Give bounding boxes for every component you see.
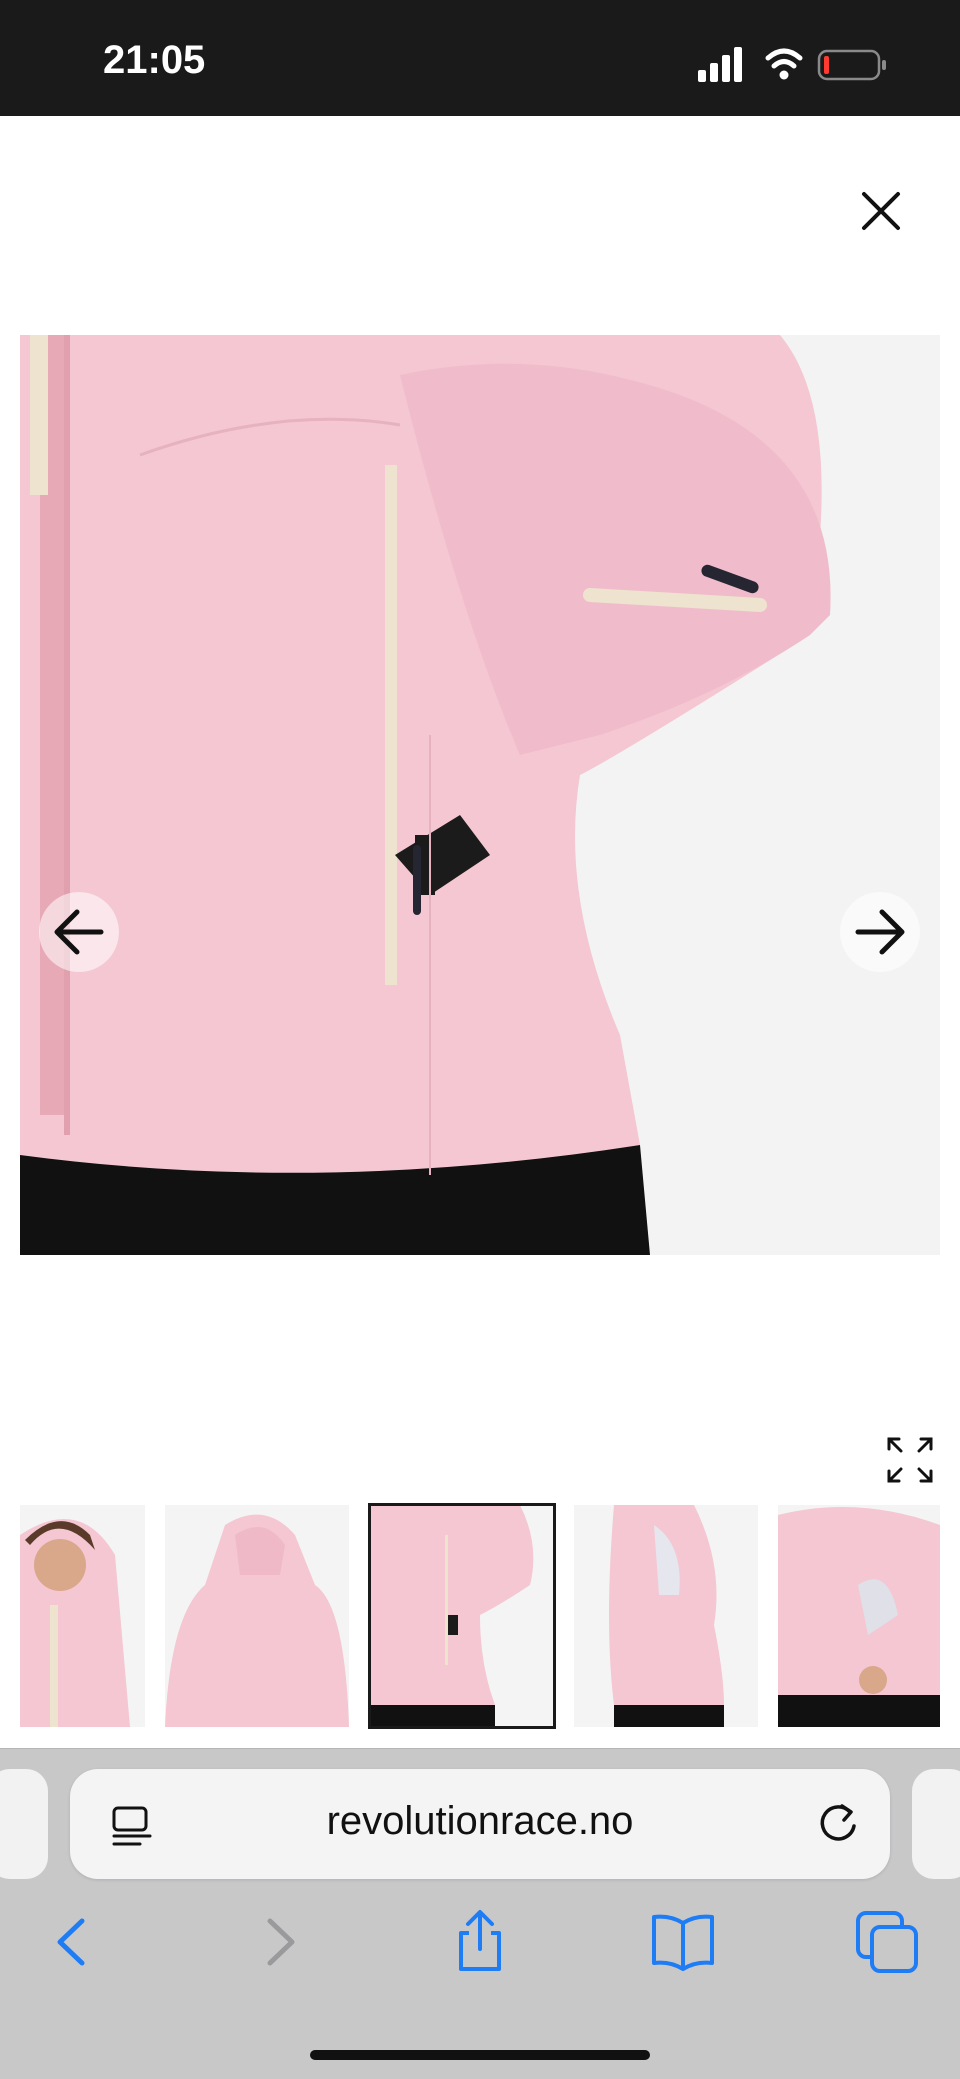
tabs-icon <box>856 1911 918 1973</box>
thumbnail-strip[interactable] <box>0 1503 960 1729</box>
thumbnail-1[interactable] <box>20 1505 145 1727</box>
arrow-left-icon <box>54 909 104 955</box>
thumbnail-5[interactable] <box>778 1505 940 1727</box>
forward-button[interactable] <box>244 1907 314 1977</box>
next-tab-peek[interactable] <box>912 1769 960 1879</box>
status-icons <box>698 47 886 82</box>
bookmarks-button[interactable] <box>648 1907 718 1977</box>
reload-icon[interactable] <box>816 1802 860 1846</box>
jacket-detail-illustration <box>20 335 940 1255</box>
battery-icon <box>817 49 886 81</box>
share-button[interactable] <box>445 1907 515 1977</box>
thumbnail-3[interactable] <box>368 1503 556 1729</box>
address-bar[interactable]: revolutionrace.no <box>70 1769 890 1879</box>
expand-icon <box>887 1437 933 1483</box>
next-image-button[interactable] <box>840 892 920 972</box>
status-time: 21:05 <box>103 38 206 82</box>
book-icon <box>652 1914 714 1971</box>
url-text: revolutionrace.no <box>326 1799 634 1843</box>
fullscreen-button[interactable] <box>885 1435 935 1485</box>
home-indicator <box>310 2050 650 2060</box>
chevron-left-icon <box>57 1918 85 1966</box>
browser-chrome: revolutionrace.no <box>0 1748 960 2079</box>
cellular-signal-icon <box>698 47 742 82</box>
arrow-right-icon <box>855 909 905 955</box>
close-button[interactable] <box>850 180 912 242</box>
back-button[interactable] <box>38 1907 108 1977</box>
chevron-right-icon <box>267 1918 295 1966</box>
prev-image-button[interactable] <box>39 892 119 972</box>
close-icon <box>862 192 900 230</box>
wifi-icon <box>765 48 803 80</box>
thumbnail-4[interactable] <box>574 1505 758 1727</box>
share-icon <box>459 1910 501 1971</box>
main-product-image[interactable] <box>20 335 940 1255</box>
tabs-button[interactable] <box>852 1907 922 1977</box>
previous-tab-peek[interactable] <box>0 1769 48 1879</box>
status-bar: 21:05 <box>0 0 960 116</box>
thumbnail-2[interactable] <box>165 1505 349 1727</box>
